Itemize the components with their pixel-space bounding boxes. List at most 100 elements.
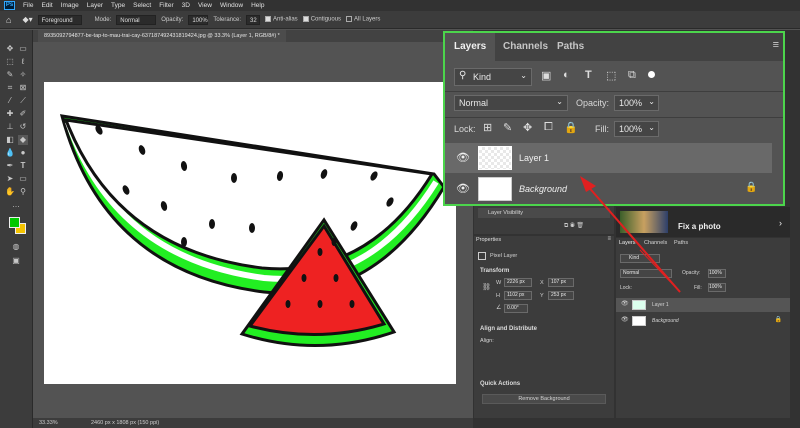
home-icon[interactable]: ⌂ bbox=[6, 15, 11, 25]
menu-select[interactable]: Select bbox=[129, 2, 155, 9]
hand-tool-icon[interactable]: ✋ bbox=[5, 187, 15, 197]
clone-stamp-tool-icon[interactable]: ⊥ bbox=[5, 122, 15, 132]
filter-toggle-icon[interactable] bbox=[648, 71, 655, 78]
mini-tab-channels[interactable]: Channels bbox=[644, 240, 667, 246]
filter-kind-select[interactable]: ⚲ Kind ⌄ bbox=[454, 68, 532, 86]
menu-type[interactable]: Type bbox=[107, 2, 129, 9]
document-canvas[interactable] bbox=[44, 82, 456, 384]
visibility-eye-icon[interactable]: 👁 bbox=[456, 182, 470, 195]
mini-fill-input[interactable]: 100% bbox=[708, 283, 726, 292]
menu-window[interactable]: Window bbox=[216, 2, 247, 9]
properties-tab[interactable]: Properties bbox=[476, 237, 501, 243]
menu-3d[interactable]: 3D bbox=[178, 2, 194, 9]
filter-smart-object-icon[interactable]: ⧉ bbox=[628, 69, 636, 82]
mini-mode-select[interactable]: Normal bbox=[620, 269, 672, 278]
learn-next-icon[interactable]: › bbox=[779, 218, 782, 228]
height-input[interactable]: 1102 px bbox=[504, 291, 532, 300]
foreground-color-swatch[interactable] bbox=[9, 217, 20, 228]
all-layers-label: All Layers bbox=[354, 16, 381, 23]
mode-select[interactable]: Normal bbox=[116, 14, 157, 25]
all-layers-checkbox[interactable]: All Layers bbox=[346, 16, 380, 23]
ruler-tool-icon[interactable]: ⟋ bbox=[18, 96, 28, 106]
filter-pixel-icon[interactable]: ▣ bbox=[541, 69, 551, 82]
zoom-tool-icon[interactable]: ⚲ bbox=[18, 187, 28, 197]
dodge-tool-icon[interactable]: ● bbox=[18, 148, 28, 158]
mini-tab-paths[interactable]: Paths bbox=[674, 240, 688, 246]
lasso-tool-icon[interactable]: ℓ bbox=[18, 57, 28, 67]
frame-tool-icon[interactable]: ⊠ bbox=[18, 83, 28, 93]
lock-transparent-pixels-icon[interactable]: ⊞ bbox=[483, 121, 492, 134]
tab-layers[interactable]: Layers bbox=[445, 33, 496, 61]
width-input[interactable]: 2226 px bbox=[504, 278, 532, 287]
brush-tool-icon[interactable]: ✐ bbox=[18, 109, 28, 119]
filter-adjustment-icon[interactable]: ◐ bbox=[563, 69, 570, 81]
paint-bucket-tool-icon[interactable]: ◆ bbox=[18, 135, 28, 145]
pixel-layer-icon bbox=[478, 252, 486, 260]
mini-kind-select[interactable]: Kind bbox=[620, 254, 660, 263]
screen-mode-icon[interactable]: ▣ bbox=[11, 256, 21, 266]
menu-layer[interactable]: Layer bbox=[83, 2, 107, 9]
fill-input[interactable]: 100% ⌄ bbox=[614, 121, 659, 137]
properties-close-icon[interactable]: ≡ bbox=[607, 236, 611, 242]
visibility-eye-icon[interactable]: 👁 bbox=[456, 151, 470, 164]
mini-tab-layers[interactable]: Layers bbox=[619, 240, 636, 246]
anti-alias-checkbox[interactable]: Anti-alias bbox=[265, 16, 298, 23]
crop-tool-icon[interactable]: ⌗ bbox=[5, 83, 15, 93]
status-bar: 33.33% 2460 px x 1808 px (150 ppi) bbox=[33, 418, 473, 428]
tolerance-input[interactable]: 32 bbox=[246, 14, 260, 25]
filter-type-icon[interactable]: T bbox=[585, 69, 592, 81]
eyedropper-tool-icon[interactable]: ⁄ bbox=[5, 96, 15, 106]
shape-tool-icon[interactable]: ▭ bbox=[18, 174, 28, 184]
pen-tool-icon[interactable]: ✒ bbox=[5, 161, 15, 171]
menu-view[interactable]: View bbox=[194, 2, 216, 9]
mini-eye-icon[interactable]: 👁 bbox=[621, 300, 629, 307]
path-selection-tool-icon[interactable]: ➤ bbox=[5, 174, 15, 184]
type-tool-icon[interactable]: T bbox=[18, 161, 28, 171]
remove-background-button[interactable]: Remove Background bbox=[482, 394, 606, 404]
link-icon[interactable]: ⛓ bbox=[482, 283, 491, 291]
opacity-input[interactable]: 100% ⌄ bbox=[614, 95, 659, 111]
menu-edit[interactable]: Edit bbox=[37, 2, 56, 9]
filter-shape-icon[interactable]: ⬚ bbox=[606, 69, 616, 82]
lock-image-pixels-icon[interactable]: ✎ bbox=[503, 121, 512, 134]
tab-channels[interactable]: Channels bbox=[503, 33, 548, 61]
layer-row-background[interactable]: 👁 Background 🔒 bbox=[445, 174, 772, 204]
blur-tool-icon[interactable]: 💧 bbox=[5, 148, 15, 158]
mini-eye-icon[interactable]: 👁 bbox=[621, 316, 629, 323]
menu-filter[interactable]: Filter bbox=[155, 2, 177, 9]
learn-card[interactable]: Fix a photo › bbox=[616, 207, 790, 237]
contiguous-checkbox[interactable]: Contiguous bbox=[302, 16, 341, 23]
history-item[interactable]: Layer Visibility bbox=[478, 208, 610, 218]
more-tools-icon[interactable]: … bbox=[11, 200, 21, 210]
fill-source-select[interactable]: Foreground bbox=[37, 14, 82, 25]
lock-all-icon[interactable]: 🔒 bbox=[564, 121, 578, 134]
move-tool-icon[interactable]: ✥ bbox=[5, 44, 15, 54]
quick-mask-icon[interactable]: ◍ bbox=[11, 242, 21, 252]
menu-image[interactable]: Image bbox=[57, 2, 83, 9]
tab-paths[interactable]: Paths bbox=[557, 33, 584, 61]
healing-brush-tool-icon[interactable]: ✚ bbox=[5, 109, 15, 119]
blend-mode-select[interactable]: Normal ⌄ bbox=[454, 95, 568, 111]
lock-position-icon[interactable]: ✥ bbox=[523, 121, 532, 134]
mini-opacity-input[interactable]: 100% bbox=[708, 269, 726, 278]
marquee-tool-icon[interactable]: ⬚ bbox=[5, 57, 15, 67]
mini-layer-row[interactable]: 👁 Layer 1 bbox=[616, 298, 790, 312]
paint-bucket-icon[interactable]: ◆▾ bbox=[22, 15, 32, 24]
mini-layer-row[interactable]: 👁 Background 🔒 bbox=[616, 314, 790, 328]
menu-help[interactable]: Help bbox=[247, 2, 268, 9]
opacity-input[interactable]: 100% bbox=[188, 14, 209, 25]
eraser-tool-icon[interactable]: ◧ bbox=[5, 135, 15, 145]
history-brush-tool-icon[interactable]: ↺ bbox=[18, 122, 28, 132]
menu-file[interactable]: File bbox=[19, 2, 37, 9]
panel-menu-icon[interactable]: ≡ bbox=[773, 39, 779, 51]
document-tab[interactable]: 8935092794877-be-tap-to-mau-trai-cay-637… bbox=[38, 30, 286, 42]
x-input[interactable]: 107 px bbox=[548, 278, 574, 287]
magic-wand-tool-icon[interactable]: ✧ bbox=[18, 70, 28, 80]
artboard-tool-icon[interactable]: ▭ bbox=[18, 44, 28, 54]
angle-input[interactable]: 0.00° bbox=[504, 304, 528, 313]
y-input[interactable]: 253 px bbox=[548, 291, 574, 300]
layer-row-layer-1[interactable]: 👁 Layer 1 bbox=[445, 143, 772, 173]
lock-artboard-icon[interactable]: ⧠ bbox=[544, 121, 553, 134]
quick-select-tool-icon[interactable]: ✎ bbox=[5, 70, 15, 80]
zoom-level[interactable]: 33.33% bbox=[39, 418, 58, 428]
